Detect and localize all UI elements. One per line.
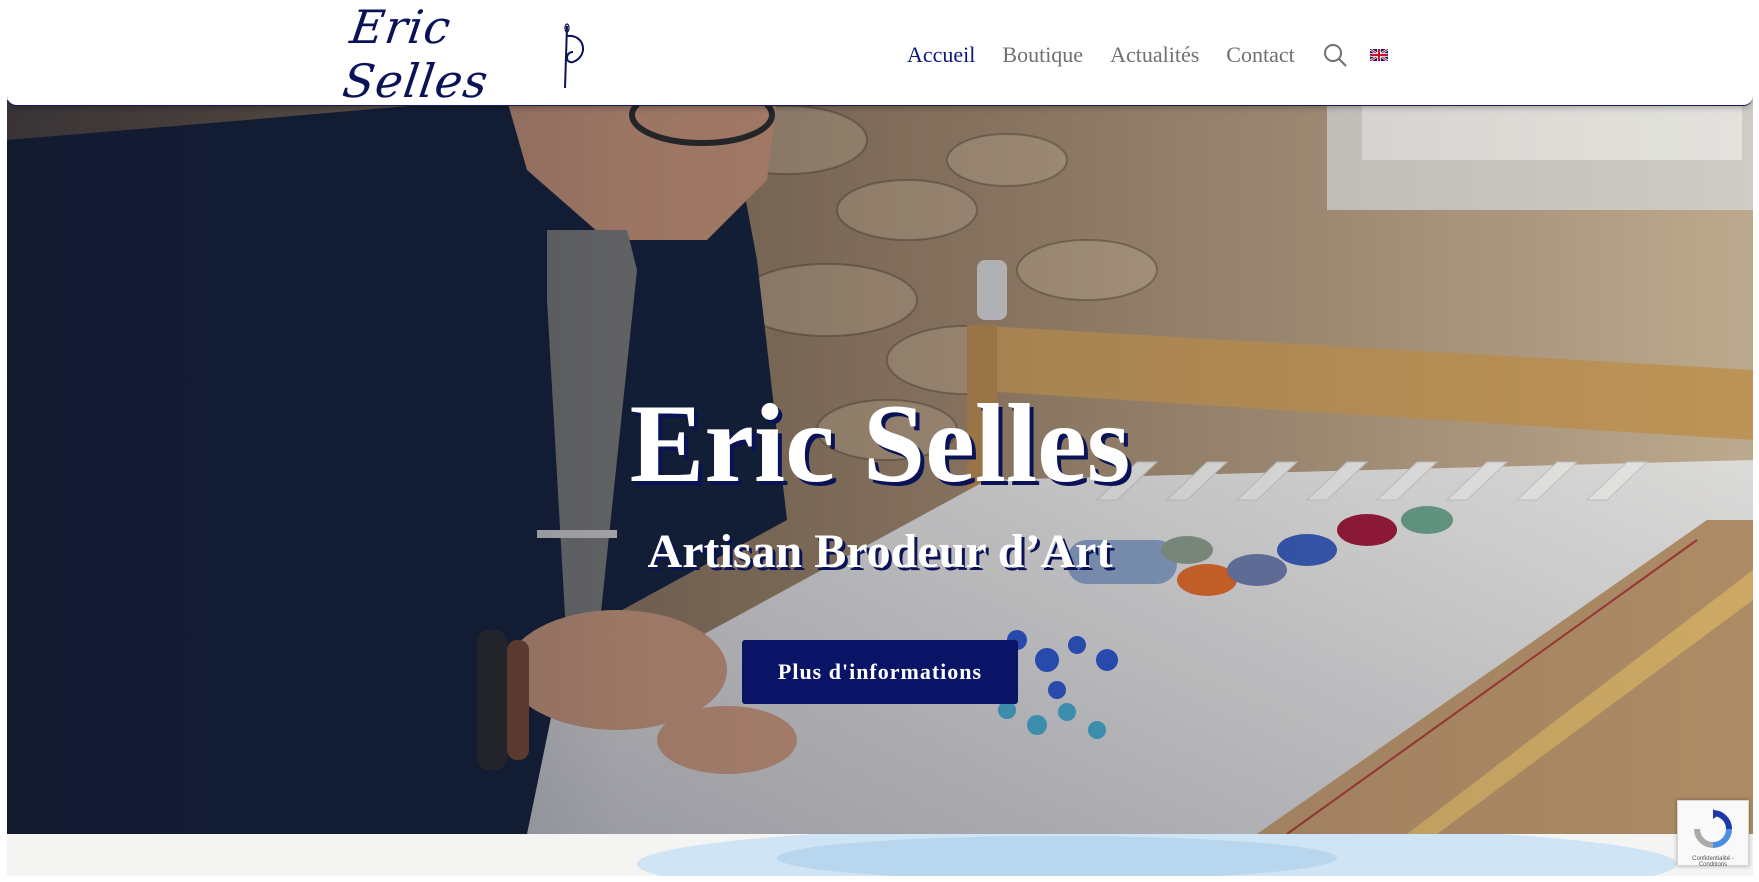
site-header: Eric Selles Accueil Boutique Actualités … bbox=[7, 6, 1753, 108]
page-frame: Eric Selles Accueil Boutique Actualités … bbox=[7, 6, 1753, 876]
hero-section: Eric Selles Artisan Brodeur d’Art Plus d… bbox=[7, 100, 1753, 834]
hero-subtitle: Artisan Brodeur d’Art bbox=[647, 525, 1113, 578]
section-background-image bbox=[637, 834, 1677, 876]
hero-title: Eric Selles bbox=[629, 382, 1131, 506]
needle-icon bbox=[564, 23, 584, 89]
main-nav: Accueil Boutique Actualités Contact bbox=[907, 42, 1388, 68]
site-logo[interactable]: Eric Selles bbox=[339, 6, 587, 108]
nav-item-boutique[interactable]: Boutique bbox=[1002, 42, 1083, 68]
nav-item-actualites[interactable]: Actualités bbox=[1110, 42, 1199, 68]
nav-item-contact[interactable]: Contact bbox=[1226, 42, 1294, 68]
hero-content: Eric Selles Artisan Brodeur d’Art Plus d… bbox=[7, 100, 1753, 834]
next-section-preview bbox=[7, 834, 1753, 876]
recaptcha-badge[interactable]: Confidentialité - Conditions bbox=[1677, 800, 1749, 868]
recaptcha-text[interactable]: Confidentialité - Conditions bbox=[1678, 856, 1748, 868]
more-info-button[interactable]: Plus d'informations bbox=[742, 640, 1018, 704]
recaptcha-icon bbox=[1694, 809, 1732, 848]
search-icon[interactable] bbox=[1322, 42, 1348, 68]
uk-flag-icon[interactable] bbox=[1369, 49, 1388, 61]
nav-item-accueil[interactable]: Accueil bbox=[907, 42, 975, 68]
